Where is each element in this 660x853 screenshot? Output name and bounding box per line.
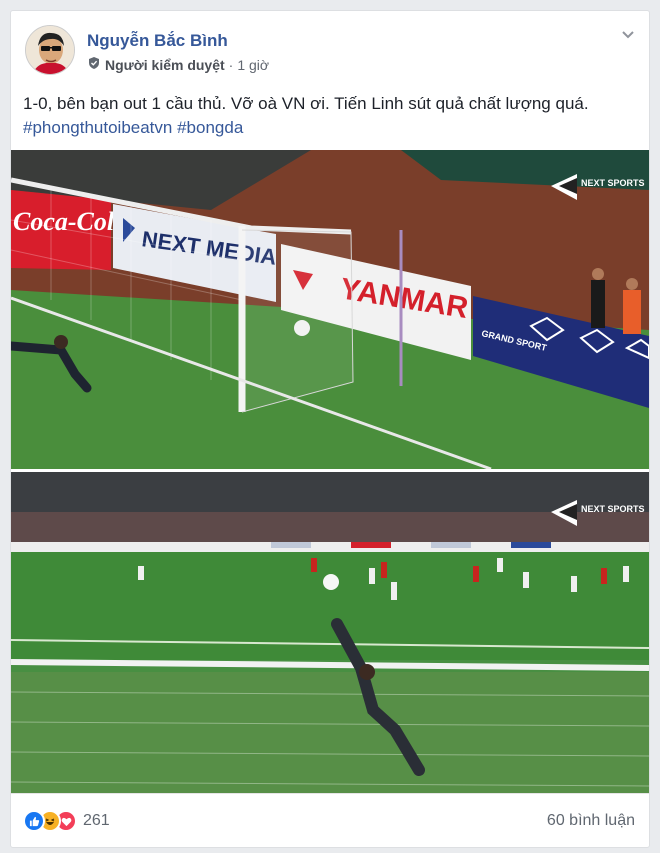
chevron-down-icon[interactable] — [621, 27, 635, 45]
comments-link[interactable]: 60 bình luận — [547, 812, 635, 830]
post-card: Nguyễn Bắc Bình Người kiểm duyệt · 1 giờ… — [10, 10, 650, 848]
moderator-role: Người kiểm duyệt — [105, 56, 225, 73]
hashtag-phongthutoibeatvn[interactable]: #phongthutoibeatvn — [23, 118, 172, 137]
post-body: 1-0, bên bạn out 1 cầu thủ. Vỡ oà VN ơi.… — [23, 94, 589, 113]
reaction-count[interactable]: 261 — [83, 812, 110, 830]
avatar[interactable] — [25, 25, 75, 75]
reactions[interactable]: 261 — [23, 810, 110, 832]
author-name[interactable]: Nguyễn Bắc Bình — [87, 31, 228, 51]
svg-text:NEXT SPORTS: NEXT SPORTS — [581, 504, 645, 514]
post-meta: Người kiểm duyệt · 1 giờ — [87, 56, 269, 73]
hashtag-bongda[interactable]: #bongda — [177, 118, 243, 137]
svg-text:NEXT SPORTS: NEXT SPORTS — [581, 178, 645, 188]
post-text: 1-0, bên bạn out 1 cầu thủ. Vỡ oà VN ơi.… — [23, 92, 643, 140]
post-photo-1[interactable]: Coca-Cola NEXT MEDIA YANMAR GRAND SPORT — [11, 150, 649, 469]
board-coca-cola: Coca-Cola — [13, 207, 127, 236]
like-icon — [23, 810, 45, 832]
post-photo-2[interactable]: NEXT SPORTS — [11, 472, 649, 793]
moderator-badge-icon — [87, 56, 101, 73]
meta-separator: · — [228, 56, 234, 73]
post-footer: 261 60 bình luận — [11, 793, 649, 848]
post-time[interactable]: 1 giờ — [237, 57, 269, 73]
